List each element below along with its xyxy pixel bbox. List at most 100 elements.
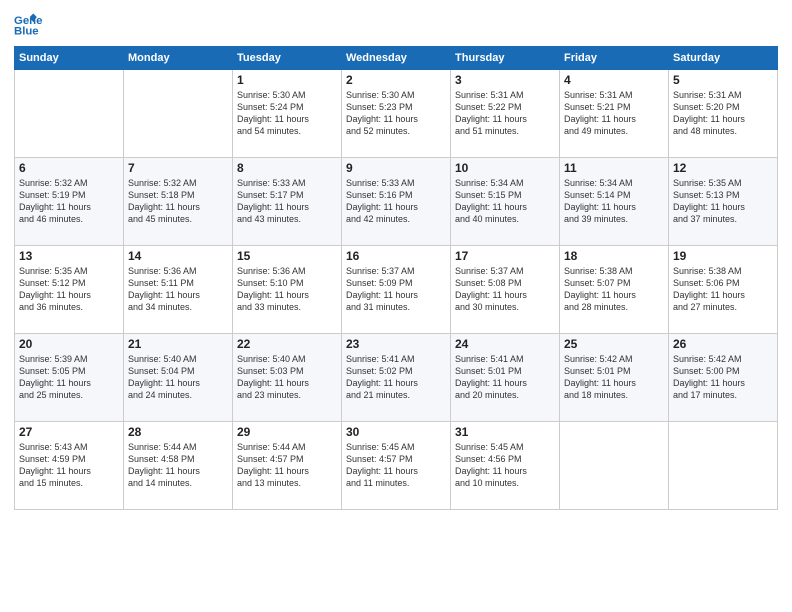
table-row: 13Sunrise: 5:35 AMSunset: 5:12 PMDayligh… <box>15 246 124 334</box>
day-info: Sunrise: 5:45 AMSunset: 4:57 PMDaylight:… <box>346 441 446 490</box>
day-info: Sunrise: 5:38 AMSunset: 5:07 PMDaylight:… <box>564 265 664 314</box>
table-row: 20 Sunrise: 5:39 AMSunset: 5:05 PMDayligh… <box>15 334 124 422</box>
table-row: 12 Sunrise: 5:35 AMSunset: 5:13 PMDayligh… <box>669 158 778 246</box>
table-row: 1 Sunrise: 5:30 AMSunset: 5:24 PMDaylight… <box>233 70 342 158</box>
svg-text:Blue: Blue <box>14 26 39 38</box>
day-number: 8 <box>237 161 337 175</box>
table-row: 10 Sunrise: 5:34 AMSunset: 5:15 PMDayligh… <box>451 158 560 246</box>
day-number: 19 <box>673 249 773 263</box>
col-monday: Monday <box>124 47 233 70</box>
calendar-week-row: 27Sunrise: 5:43 AMSunset: 4:59 PMDayligh… <box>15 422 778 510</box>
day-info: Sunrise: 5:33 AMSunset: 5:17 PMDaylight:… <box>237 177 337 226</box>
day-info: Sunrise: 5:40 AMSunset: 5:03 PMDaylight:… <box>237 353 337 402</box>
day-info: Sunrise: 5:37 AMSunset: 5:08 PMDaylight:… <box>455 265 555 314</box>
table-row: 21 Sunrise: 5:40 AMSunset: 5:04 PMDayligh… <box>124 334 233 422</box>
day-number: 12 <box>673 161 773 175</box>
day-number: 21 <box>128 337 228 351</box>
table-row <box>124 70 233 158</box>
table-row: 29 Sunrise: 5:44 AMSunset: 4:57 PMDayligh… <box>233 422 342 510</box>
col-sunday: Sunday <box>15 47 124 70</box>
day-number: 20 <box>19 337 119 351</box>
day-number: 15 <box>237 249 337 263</box>
day-info: Sunrise: 5:34 AMSunset: 5:15 PMDaylight:… <box>455 177 555 226</box>
col-friday: Friday <box>560 47 669 70</box>
day-info: Sunrise: 5:36 AMSunset: 5:10 PMDaylight:… <box>237 265 337 314</box>
table-row: 6 Sunrise: 5:32 AMSunset: 5:19 PMDaylight… <box>15 158 124 246</box>
day-info: Sunrise: 5:32 AMSunset: 5:19 PMDaylight:… <box>19 177 119 226</box>
day-info: Sunrise: 5:35 AMSunset: 5:12 PMDaylight:… <box>19 265 119 314</box>
calendar-week-row: 6 Sunrise: 5:32 AMSunset: 5:19 PMDaylight… <box>15 158 778 246</box>
calendar-week-row: 13Sunrise: 5:35 AMSunset: 5:12 PMDayligh… <box>15 246 778 334</box>
day-number: 26 <box>673 337 773 351</box>
table-row: 9 Sunrise: 5:33 AMSunset: 5:16 PMDaylight… <box>342 158 451 246</box>
day-number: 27 <box>19 425 119 439</box>
table-row: 24 Sunrise: 5:41 AMSunset: 5:01 PMDayligh… <box>451 334 560 422</box>
day-info: Sunrise: 5:41 AMSunset: 5:01 PMDaylight:… <box>455 353 555 402</box>
day-number: 23 <box>346 337 446 351</box>
day-info: Sunrise: 5:31 AMSunset: 5:20 PMDaylight:… <box>673 89 773 138</box>
table-row: 17 Sunrise: 5:37 AMSunset: 5:08 PMDayligh… <box>451 246 560 334</box>
day-info: Sunrise: 5:33 AMSunset: 5:16 PMDaylight:… <box>346 177 446 226</box>
day-number: 2 <box>346 73 446 87</box>
day-info: Sunrise: 5:41 AMSunset: 5:02 PMDaylight:… <box>346 353 446 402</box>
day-info: Sunrise: 5:39 AMSunset: 5:05 PMDaylight:… <box>19 353 119 402</box>
day-info: Sunrise: 5:38 AMSunset: 5:06 PMDaylight:… <box>673 265 773 314</box>
day-number: 11 <box>564 161 664 175</box>
day-number: 1 <box>237 73 337 87</box>
logo-icon: General Blue <box>14 10 42 38</box>
day-info: Sunrise: 5:42 AMSunset: 5:00 PMDaylight:… <box>673 353 773 402</box>
table-row: 11 Sunrise: 5:34 AMSunset: 5:14 PMDayligh… <box>560 158 669 246</box>
day-number: 30 <box>346 425 446 439</box>
day-info: Sunrise: 5:30 AMSunset: 5:24 PMDaylight:… <box>237 89 337 138</box>
day-info: Sunrise: 5:30 AMSunset: 5:23 PMDaylight:… <box>346 89 446 138</box>
table-row: 22 Sunrise: 5:40 AMSunset: 5:03 PMDayligh… <box>233 334 342 422</box>
table-row <box>669 422 778 510</box>
table-row: 4 Sunrise: 5:31 AMSunset: 5:21 PMDaylight… <box>560 70 669 158</box>
day-info: Sunrise: 5:40 AMSunset: 5:04 PMDaylight:… <box>128 353 228 402</box>
logo: General Blue <box>14 10 46 38</box>
col-saturday: Saturday <box>669 47 778 70</box>
table-row: 18 Sunrise: 5:38 AMSunset: 5:07 PMDayligh… <box>560 246 669 334</box>
calendar-week-row: 20 Sunrise: 5:39 AMSunset: 5:05 PMDayligh… <box>15 334 778 422</box>
day-number: 17 <box>455 249 555 263</box>
day-info: Sunrise: 5:42 AMSunset: 5:01 PMDaylight:… <box>564 353 664 402</box>
calendar-header-row: Sunday Monday Tuesday Wednesday Thursday… <box>15 47 778 70</box>
day-info: Sunrise: 5:35 AMSunset: 5:13 PMDaylight:… <box>673 177 773 226</box>
day-number: 22 <box>237 337 337 351</box>
table-row: 8 Sunrise: 5:33 AMSunset: 5:17 PMDaylight… <box>233 158 342 246</box>
table-row: 7Sunrise: 5:32 AMSunset: 5:18 PMDaylight… <box>124 158 233 246</box>
day-number: 29 <box>237 425 337 439</box>
day-info: Sunrise: 5:31 AMSunset: 5:22 PMDaylight:… <box>455 89 555 138</box>
table-row: 25 Sunrise: 5:42 AMSunset: 5:01 PMDayligh… <box>560 334 669 422</box>
day-number: 10 <box>455 161 555 175</box>
day-number: 25 <box>564 337 664 351</box>
day-info: Sunrise: 5:34 AMSunset: 5:14 PMDaylight:… <box>564 177 664 226</box>
day-info: Sunrise: 5:32 AMSunset: 5:18 PMDaylight:… <box>128 177 228 226</box>
day-number: 4 <box>564 73 664 87</box>
day-info: Sunrise: 5:37 AMSunset: 5:09 PMDaylight:… <box>346 265 446 314</box>
table-row: 26 Sunrise: 5:42 AMSunset: 5:00 PMDayligh… <box>669 334 778 422</box>
table-row: 23 Sunrise: 5:41 AMSunset: 5:02 PMDayligh… <box>342 334 451 422</box>
day-number: 24 <box>455 337 555 351</box>
table-row: 19 Sunrise: 5:38 AMSunset: 5:06 PMDayligh… <box>669 246 778 334</box>
day-number: 18 <box>564 249 664 263</box>
day-info: Sunrise: 5:44 AMSunset: 4:57 PMDaylight:… <box>237 441 337 490</box>
table-row: 16 Sunrise: 5:37 AMSunset: 5:09 PMDayligh… <box>342 246 451 334</box>
day-number: 31 <box>455 425 555 439</box>
table-row: 28Sunrise: 5:44 AMSunset: 4:58 PMDayligh… <box>124 422 233 510</box>
day-info: Sunrise: 5:31 AMSunset: 5:21 PMDaylight:… <box>564 89 664 138</box>
day-number: 6 <box>19 161 119 175</box>
table-row: 15 Sunrise: 5:36 AMSunset: 5:10 PMDayligh… <box>233 246 342 334</box>
day-number: 14 <box>128 249 228 263</box>
day-number: 16 <box>346 249 446 263</box>
day-info: Sunrise: 5:44 AMSunset: 4:58 PMDaylight:… <box>128 441 228 490</box>
table-row: 3Sunrise: 5:31 AMSunset: 5:22 PMDaylight… <box>451 70 560 158</box>
table-row: 31Sunrise: 5:45 AMSunset: 4:56 PMDayligh… <box>451 422 560 510</box>
table-row: 5Sunrise: 5:31 AMSunset: 5:20 PMDaylight… <box>669 70 778 158</box>
page-header: General Blue <box>14 10 778 38</box>
col-thursday: Thursday <box>451 47 560 70</box>
calendar-week-row: 1 Sunrise: 5:30 AMSunset: 5:24 PMDaylight… <box>15 70 778 158</box>
day-number: 9 <box>346 161 446 175</box>
table-row: 14Sunrise: 5:36 AMSunset: 5:11 PMDayligh… <box>124 246 233 334</box>
table-row: 30 Sunrise: 5:45 AMSunset: 4:57 PMDayligh… <box>342 422 451 510</box>
